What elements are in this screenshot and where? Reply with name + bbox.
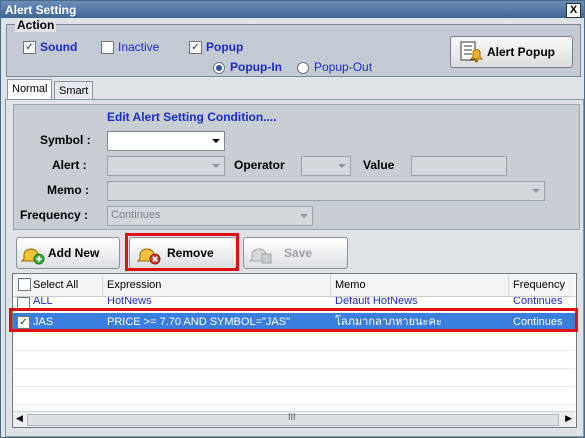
close-button[interactable]: X — [566, 3, 581, 18]
title-bar: Alert Setting X — [1, 1, 584, 18]
tab-smart-alert[interactable]: Smart Alert — [54, 81, 94, 115]
symbol-combo[interactable] — [107, 131, 225, 151]
operator-label: Operator — [234, 158, 285, 172]
popup-label[interactable]: Popup — [206, 40, 243, 54]
symbol-label: Symbol : — [40, 133, 91, 147]
popup-in-label[interactable]: Popup-In — [230, 60, 282, 74]
scroll-grip: III — [288, 412, 296, 422]
tab-normal[interactable]: Normal — [7, 79, 53, 101]
horizontal-scrollbar[interactable]: ◀ III ▶ — [13, 411, 575, 427]
remove-highlight — [125, 233, 239, 271]
action-legend: Action — [15, 18, 57, 32]
value-input[interactable] — [411, 156, 507, 176]
popup-in-radio[interactable] — [213, 62, 225, 74]
operator-combo[interactable] — [301, 156, 351, 176]
frequency-label: Frequency : — [20, 208, 89, 222]
save-label: Save — [284, 246, 313, 260]
scroll-thumb[interactable]: III — [27, 412, 559, 426]
save-button[interactable]: Save — [243, 237, 348, 269]
save-alert-icon — [248, 248, 272, 264]
popup-out-label[interactable]: Popup-Out — [314, 60, 372, 74]
popup-out-radio[interactable] — [297, 62, 309, 74]
select-all-header[interactable]: Select All — [13, 274, 103, 296]
select-all-checkbox[interactable] — [18, 278, 31, 291]
condition-group: Edit Alert Setting Condition.... Symbol … — [13, 104, 580, 230]
alert-popup-button[interactable]: Alert Popup — [450, 36, 573, 68]
alert-grid: Select All Expression Memo Frequency ALL… — [12, 273, 577, 428]
frequency-header[interactable]: Frequency — [509, 274, 576, 296]
alert-combo[interactable] — [107, 156, 225, 176]
scroll-left-icon[interactable]: ◀ — [16, 413, 23, 424]
memo-label: Memo : — [47, 183, 89, 197]
grid-line — [13, 350, 575, 351]
scroll-right-icon[interactable]: ▶ — [565, 413, 572, 424]
inactive-checkbox[interactable] — [101, 41, 114, 54]
popup-checkbox[interactable]: ✓ — [189, 41, 202, 54]
condition-heading: Edit Alert Setting Condition.... — [107, 110, 277, 124]
select-all-label: Select All — [33, 279, 79, 291]
sound-label[interactable]: Sound — [40, 40, 77, 54]
add-new-label: Add New — [48, 246, 100, 260]
alert-setting-window: Alert Setting X Action ✓ Sound Inactive … — [0, 0, 585, 438]
memo-combo[interactable] — [107, 181, 545, 201]
grid-header: Select All Expression Memo Frequency — [13, 274, 575, 297]
add-alert-icon — [20, 248, 45, 265]
grid-line — [13, 404, 575, 405]
selected-row-highlight — [9, 308, 578, 332]
sound-checkbox[interactable]: ✓ — [23, 41, 36, 54]
expression-header[interactable]: Expression — [103, 274, 331, 296]
grid-line — [13, 386, 575, 387]
alert-label: Alert : — [52, 158, 87, 172]
alert-list-icon — [460, 41, 483, 63]
alert-popup-label: Alert Popup — [487, 45, 555, 59]
normal-tab-panel: Edit Alert Setting Condition.... Symbol … — [5, 99, 584, 437]
window-title: Alert Setting — [5, 3, 77, 17]
inactive-label[interactable]: Inactive — [118, 40, 159, 54]
memo-header[interactable]: Memo — [331, 274, 509, 296]
value-label: Value — [363, 158, 395, 172]
grid-line — [13, 368, 575, 369]
action-group: Action ✓ Sound Inactive ✓ Popup Popup-In… — [6, 18, 581, 77]
frequency-combo[interactable]: Continues — [107, 206, 313, 226]
add-new-button[interactable]: Add New — [16, 237, 120, 269]
